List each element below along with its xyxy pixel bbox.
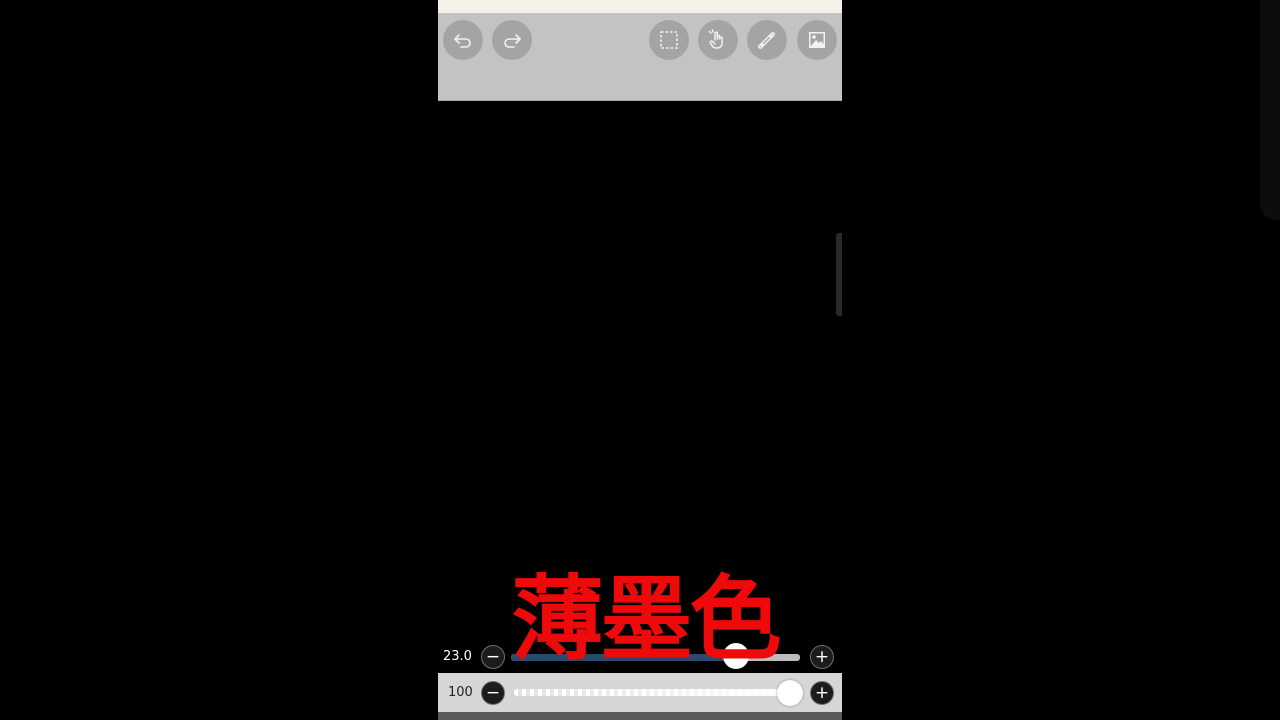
canvas-top-strip xyxy=(438,0,842,13)
opacity-row: 100 − + xyxy=(438,673,842,712)
selection-icon xyxy=(660,31,678,49)
opacity-slider[interactable] xyxy=(514,689,790,696)
brush-size-plus-button[interactable]: + xyxy=(810,645,834,669)
undo-icon xyxy=(454,34,471,48)
device-edge xyxy=(1260,0,1280,220)
brush-size-value: 23.0 xyxy=(443,649,472,664)
minus-icon: − xyxy=(485,646,501,667)
material-button[interactable] xyxy=(797,20,837,60)
opacity-slider-thumb[interactable] xyxy=(777,680,803,706)
side-scroll-handle[interactable] xyxy=(836,233,842,316)
bottom-toolbar xyxy=(438,712,842,720)
ruler-button[interactable] xyxy=(747,20,787,60)
opacity-plus-button[interactable]: + xyxy=(810,681,834,705)
image-icon xyxy=(809,32,825,48)
minus-icon: − xyxy=(485,682,501,703)
ruler-icon xyxy=(758,32,775,49)
opacity-value: 100 xyxy=(448,685,473,700)
opacity-slider-fill xyxy=(514,689,790,696)
undo-button[interactable] xyxy=(443,20,483,60)
toolbar xyxy=(438,13,842,101)
overlay-caption: 薄墨色 xyxy=(511,566,781,673)
opacity-minus-button[interactable]: − xyxy=(481,681,505,705)
hand-tool-button[interactable] xyxy=(698,20,738,60)
plus-icon: + xyxy=(814,682,830,703)
redo-icon xyxy=(504,34,521,48)
selection-button[interactable] xyxy=(649,20,689,60)
redo-button[interactable] xyxy=(492,20,532,60)
plus-icon: + xyxy=(814,646,830,667)
hand-icon xyxy=(708,29,723,49)
